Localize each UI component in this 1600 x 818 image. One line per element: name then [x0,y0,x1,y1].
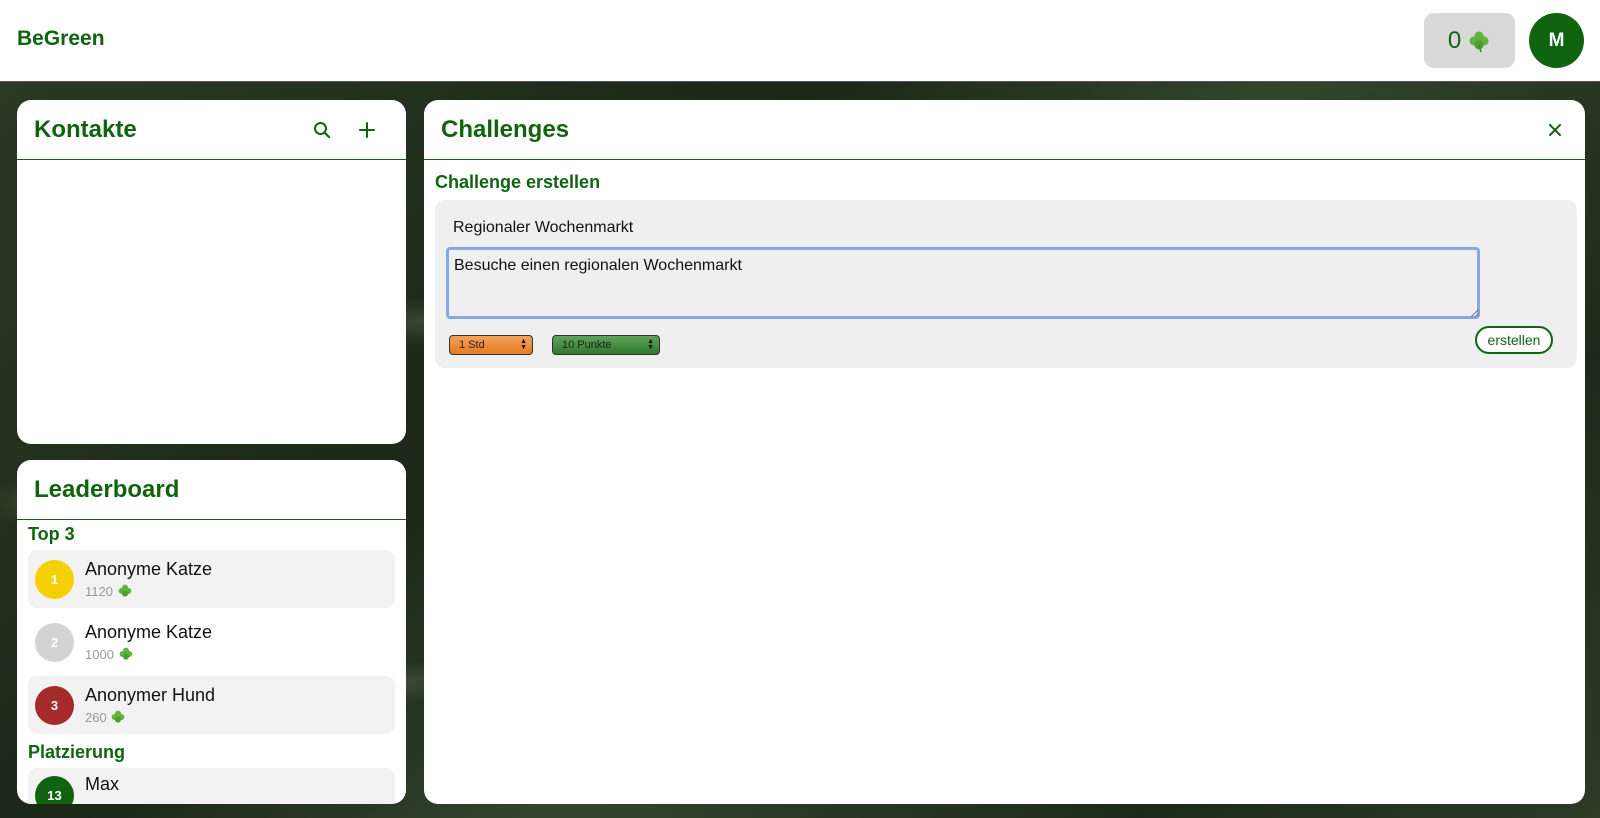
challenge-description-input[interactable]: Besuche einen regionalen Wochenmarkt [446,247,1480,319]
user-avatar[interactable]: M [1529,13,1584,68]
challenges-panel: Challenges Challenge erstellen Besuche e… [424,100,1585,804]
challenges-header: Challenges [424,100,1585,160]
leaderboard-entry[interactable]: 1 Anonyme Katze 1120 [28,550,395,608]
leaderboard-title: Leaderboard [34,476,180,503]
search-icon[interactable] [308,116,336,144]
select-arrows-icon: ▲ ▼ [647,338,654,351]
clover-icon [118,584,131,597]
placement-heading: Platzierung [28,742,126,762]
rank-badge: 1 [35,560,74,599]
top3-heading: Top 3 [28,524,75,544]
leaderboard-panel: Leaderboard Top 3 1 Anonyme Katze 1120 2… [17,460,406,804]
clover-icon [119,647,132,660]
leaderboard-entry[interactable]: 3 Anonymer Hund 260 [28,676,395,734]
points-counter[interactable]: 0 [1424,13,1515,68]
rank-badge: 2 [35,623,74,662]
leaderboard-header: Leaderboard [17,460,406,520]
points-select[interactable]: 10 Punkte ▲ ▼ [552,335,660,355]
duration-select[interactable]: 1 Std ▲ ▼ [449,335,533,355]
top-bar: BeGreen 0 M [0,0,1600,82]
entry-name: Anonymer Hund [85,685,216,705]
clover-icon [111,710,125,723]
entry-name: Anonyme Katze [85,559,213,579]
leaderboard-entry[interactable]: 2 Anonyme Katze 1000 [28,613,395,671]
duration-value: 1 Std [459,339,485,351]
close-icon[interactable] [1541,116,1569,144]
entry-points: 1120 [85,583,133,599]
rank-badge: 3 [35,686,74,725]
plus-icon[interactable] [353,116,381,144]
clover-icon [1469,31,1489,52]
resize-handle[interactable] [1471,309,1479,317]
challenges-title: Challenges [441,116,570,143]
leaderboard-entry[interactable]: 13 Max [28,768,395,804]
rank-badge: 13 [35,776,74,804]
contacts-title: Kontakte [34,116,137,143]
challenge-title-input[interactable] [443,214,943,242]
points-value: 0 [1447,26,1462,54]
create-challenge-form: Besuche einen regionalen Wochenmarkt 1 S… [435,200,1577,368]
entry-points: 1000 [85,646,134,662]
create-button[interactable]: erstellen [1475,326,1553,354]
contacts-panel: Kontakte [17,100,406,444]
entry-name: Anonyme Katze [85,622,213,642]
brand-logo[interactable]: BeGreen [17,27,105,51]
entry-name: Max [85,774,120,794]
contacts-header: Kontakte [17,100,406,160]
points-value-select: 10 Punkte [562,339,612,351]
entry-points: 260 [85,709,126,725]
select-arrows-icon: ▲ ▼ [520,338,527,351]
create-challenge-heading: Challenge erstellen [435,172,601,192]
